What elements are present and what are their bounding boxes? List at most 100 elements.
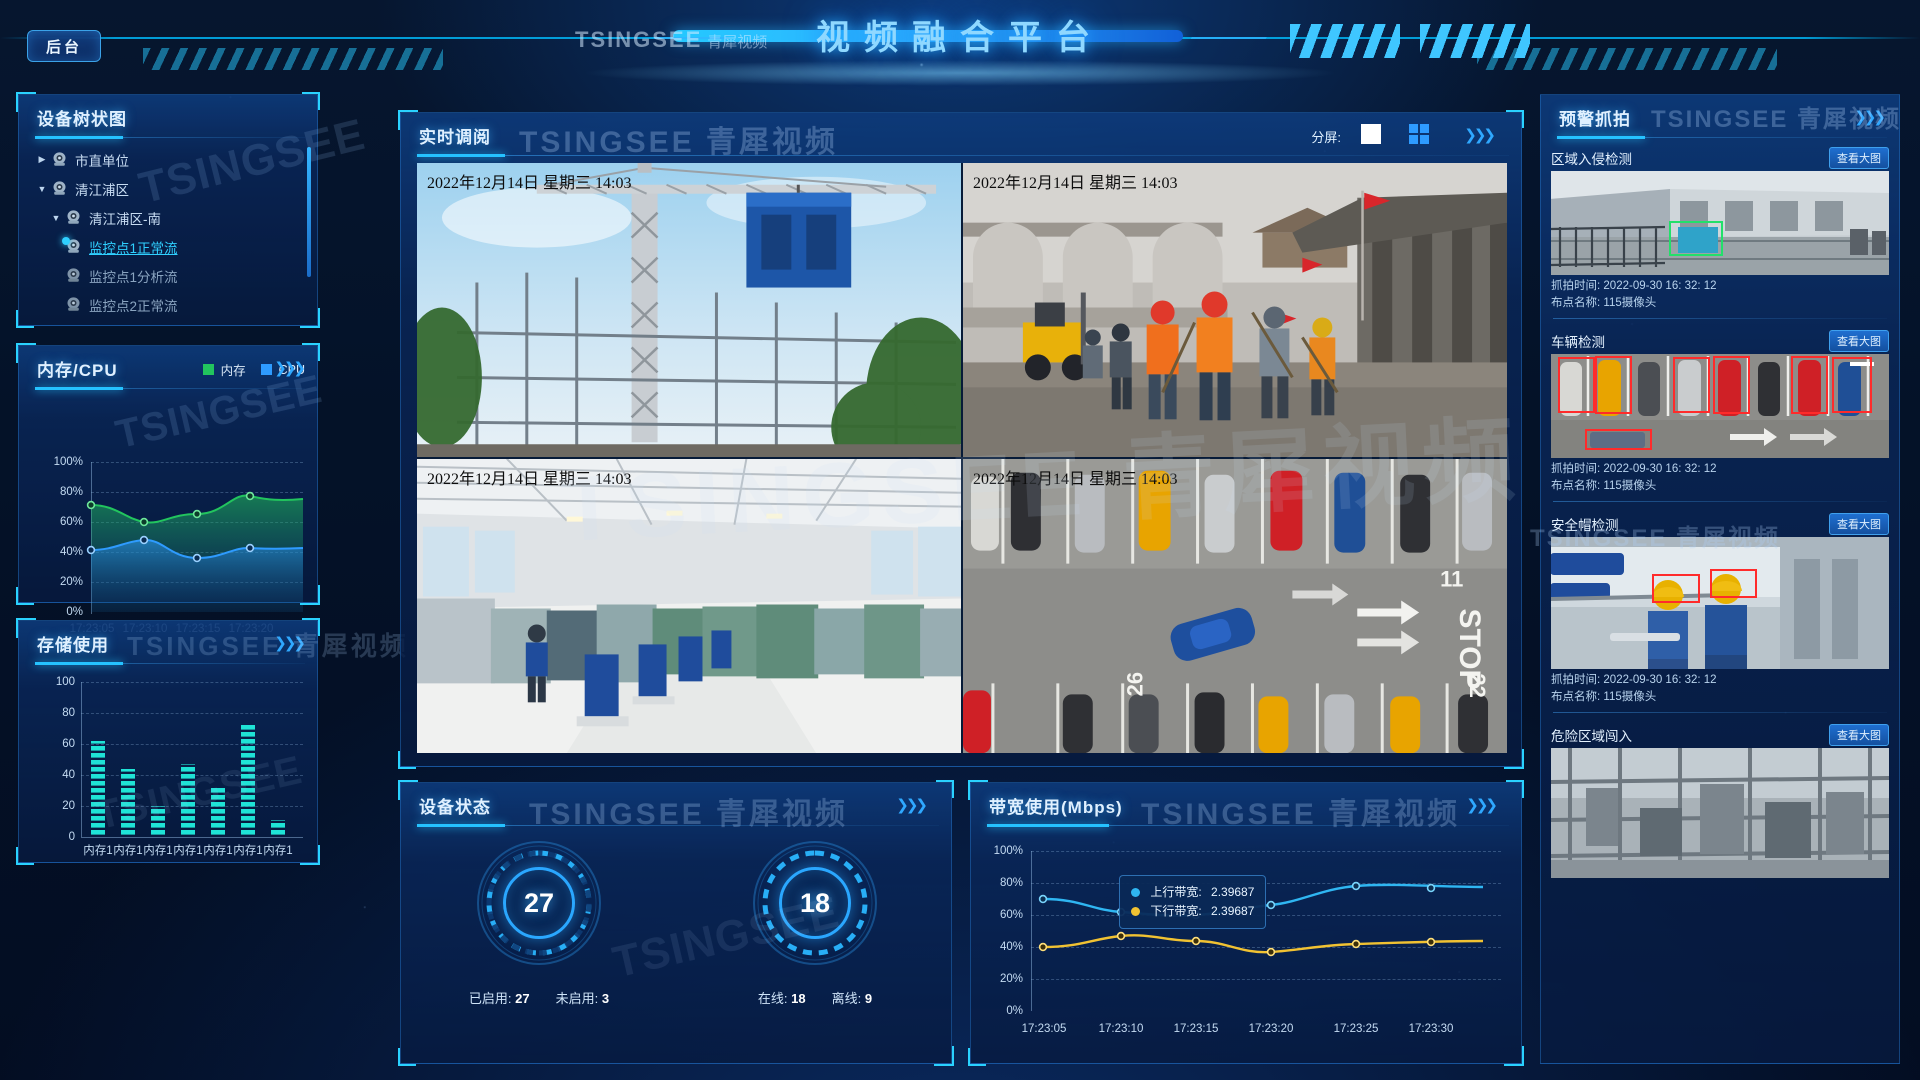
x-tick-0: 内存1 <box>83 845 113 857</box>
split-screen-label: 分屏: <box>1311 130 1341 145</box>
view-large-button-0[interactable]: 查看大图 <box>1829 147 1889 169</box>
alarm-card-2[interactable]: 安全帽检测 查看大图 抓拍时间: 2022-09-30 16: 32: 12 布… <box>1551 511 1889 713</box>
bandwidth-header: 带宽使用(Mbps) ❯❯❯ <box>971 783 1521 827</box>
alarm-time-label-0: 抓拍时间: <box>1551 280 1601 292</box>
x-tick-4: 内存1 <box>203 845 233 857</box>
chevron-right-icon[interactable]: ▶ <box>33 154 51 165</box>
online-status-dot <box>62 237 70 245</box>
live-view-title: 实时调阅 <box>419 127 491 147</box>
alarm-site-label-1: 布点名称: <box>1551 480 1601 492</box>
storage-panel: 存储使用 ❯❯❯ TSINGSEE 青犀视频 100 80 60 40 20 0 <box>16 618 406 865</box>
tree-node-5[interactable]: 监控点2正常流 <box>33 290 317 319</box>
expand-chevrons-icon[interactable]: ❯❯❯ <box>274 634 306 652</box>
device-tree-panel: 设备树状图 TSINGSEE ▶ 市直单位 ▼ 清江浦区 ▼ 清江浦区-南 监控… <box>16 92 370 328</box>
alarm-capture-panel: 预警抓拍 ❯❯❯ TSINGSEE 青犀视频 区域入侵检测 查看大图 抓拍时间:… <box>1540 94 1900 1064</box>
expand-chevrons-icon[interactable]: ❯❯❯ <box>1466 796 1498 814</box>
video-scene-factory <box>417 459 961 753</box>
alarm-meta-2: 抓拍时间: 2022-09-30 16: 32: 12 布点名称: 115摄像头 <box>1551 669 1889 706</box>
camera-icon <box>65 210 82 225</box>
alarm-card-0[interactable]: 区域入侵检测 查看大图 抓拍时间: 2022-09-30 16: 32: 12 … <box>1551 145 1889 319</box>
tree-node-3[interactable]: 监控点1正常流 <box>33 232 317 261</box>
alarm-card-title-3: 危险区域闯入 <box>1551 729 1632 744</box>
view-large-button-1[interactable]: 查看大图 <box>1829 330 1889 352</box>
gauge-dial-online: 18 <box>753 841 877 965</box>
video-timestamp-3: 2022年12月14日 星期三 14:03 <box>973 471 1178 488</box>
split-1-button[interactable] <box>1361 124 1381 144</box>
chevron-down-icon[interactable]: ▼ <box>47 213 65 223</box>
camera-icon <box>51 152 68 167</box>
camera-icon <box>65 268 82 283</box>
video-timestamp-2: 2022年12月14日 星期三 14:03 <box>427 471 632 488</box>
stat-value-offline: 9 <box>864 991 873 1006</box>
gauge-online: 18 <box>753 841 877 965</box>
detection-box-2 <box>1594 356 1633 415</box>
alarm-card-title-2: 安全帽检测 <box>1551 518 1619 533</box>
tree-node-label: 清江浦区 <box>75 182 129 198</box>
alarm-card-header-3: 危险区域闯入 查看大图 <box>1551 722 1889 748</box>
stat-value-disabled: 3 <box>601 991 610 1006</box>
tree-node-label: 监控点1分析流 <box>89 269 178 285</box>
view-large-button-3[interactable]: 查看大图 <box>1829 724 1889 746</box>
alarm-image-2[interactable] <box>1551 537 1889 669</box>
video-cell-3[interactable]: 11 22 26 STOP 2022年12月14日 星期三 14:03 <box>963 459 1507 753</box>
detection-box-3 <box>1672 357 1710 414</box>
expand-chevrons-icon[interactable]: ❯❯❯ <box>1464 126 1496 144</box>
gauge-value-online: 18 <box>799 887 831 918</box>
alarm-image-0[interactable] <box>1551 171 1889 275</box>
legend-swatch-memory <box>202 364 214 375</box>
alarm-scene-industrial <box>1551 748 1889 878</box>
tree-node-1[interactable]: ▼ 清江浦区 <box>33 174 317 203</box>
tooltip-row-downstream: 下行带宽: 2.39687 <box>1131 902 1254 921</box>
tree-node-label: 监控点1正常流 <box>89 240 178 256</box>
alarm-capture-title: 预警抓拍 <box>1559 109 1631 129</box>
x-tick-2: 17:23:15 <box>1173 1023 1219 1035</box>
bandwidth-tooltip: 上行带宽: 2.39687 下行带宽: 2.39687 <box>1119 875 1267 929</box>
video-cell-2[interactable]: 2022年12月14日 星期三 14:03 <box>417 459 961 753</box>
expand-chevrons-icon[interactable]: ❯❯❯ <box>1854 108 1886 126</box>
alarm-site-label-0: 布点名称: <box>1551 297 1601 309</box>
storage-bars <box>91 724 285 837</box>
device-status-panel: 设备状态 ❯❯❯ TSINGSEE 青犀视频 27 18 已启用: 27 未启用… <box>398 780 954 1066</box>
device-tree-header: 设备树状图 <box>19 95 317 139</box>
gauge-stats-enabled: 已启用: 27 未启用: 3 <box>401 988 677 1007</box>
detection-box-4 <box>1713 356 1751 415</box>
chevron-down-icon[interactable]: ▼ <box>33 184 51 194</box>
tree-node-label: 监控点2正常流 <box>89 298 178 314</box>
dashboard-root: TSINGSEE 青犀视频 视频融合平台 后台 设备树状图 TSINGSEE ▶… <box>0 0 1920 1080</box>
alarm-card-1[interactable]: 车辆检测 查看大图 抓拍时间: 2022-09-30 16: 32: 12 布点… <box>1551 328 1889 502</box>
x-tick-3: 17:23:20 <box>1248 1023 1294 1035</box>
detection-box-6 <box>1831 357 1873 414</box>
alarm-image-1[interactable] <box>1551 354 1889 458</box>
page-title: 视频融合平台 <box>816 19 1104 57</box>
alarm-time-value-1: 2022-09-30 16: 32: 12 <box>1603 463 1717 475</box>
legend-label-memory: 内存 <box>220 364 246 378</box>
tree-scrollbar[interactable] <box>307 147 311 277</box>
video-cell-0[interactable]: 2022年12月14日 星期三 14:03 <box>417 163 961 457</box>
bandwidth-chart: 100% 80% 60% 40% 20% 0% 上行带宽: 2.39687 下行… <box>971 835 1523 1063</box>
split-4-button[interactable] <box>1409 124 1429 144</box>
alarm-meta-0: 抓拍时间: 2022-09-30 16: 32: 12 布点名称: 115摄像头 <box>1551 275 1889 312</box>
backstage-button[interactable]: 后台 <box>27 30 101 62</box>
tree-node-2[interactable]: ▼ 清江浦区-南 <box>33 203 317 232</box>
storage-header: 存储使用 ❯❯❯ <box>19 621 317 665</box>
video-cell-1[interactable]: 2022年12月14日 星期三 14:03 <box>963 163 1507 457</box>
live-view-panel: 实时调阅 分屏: ❯❯❯ TSINGSEE 青犀视频 2022年12月14日 星… <box>398 110 1524 769</box>
bandwidth-title: 带宽使用(Mbps) <box>989 797 1123 817</box>
alarm-card-header-0: 区域入侵检测 查看大图 <box>1551 145 1889 171</box>
mem-cpu-panel: 内存/CPU 内存 CPU ❯❯❯ TSINGSEE 100% 80% 60% … <box>16 343 326 635</box>
x-tick-5: 17:23:30 <box>1408 1023 1454 1035</box>
alarm-site-label-2: 布点名称: <box>1551 691 1601 703</box>
tree-node-4[interactable]: 监控点1分析流 <box>33 261 317 290</box>
mem-cpu-header: 内存/CPU 内存 CPU ❯❯❯ <box>19 346 317 390</box>
alarm-card-title-1: 车辆检测 <box>1551 335 1605 350</box>
alarm-card-3[interactable]: 危险区域闯入 查看大图 <box>1551 722 1889 878</box>
expand-chevrons-icon[interactable]: ❯❯❯ <box>896 796 928 814</box>
expand-chevrons-icon[interactable]: ❯❯❯ <box>274 359 306 377</box>
video-scene-roadworks <box>963 163 1507 457</box>
alarm-image-3[interactable] <box>1551 748 1889 878</box>
svg-text:26: 26 <box>1123 672 1148 696</box>
tree-node-0[interactable]: ▶ 市直单位 <box>33 145 317 174</box>
gauge-stats-online: 在线: 18 离线: 9 <box>677 988 953 1007</box>
alarm-card-header-2: 安全帽检测 查看大图 <box>1551 511 1889 537</box>
view-large-button-2[interactable]: 查看大图 <box>1829 513 1889 535</box>
